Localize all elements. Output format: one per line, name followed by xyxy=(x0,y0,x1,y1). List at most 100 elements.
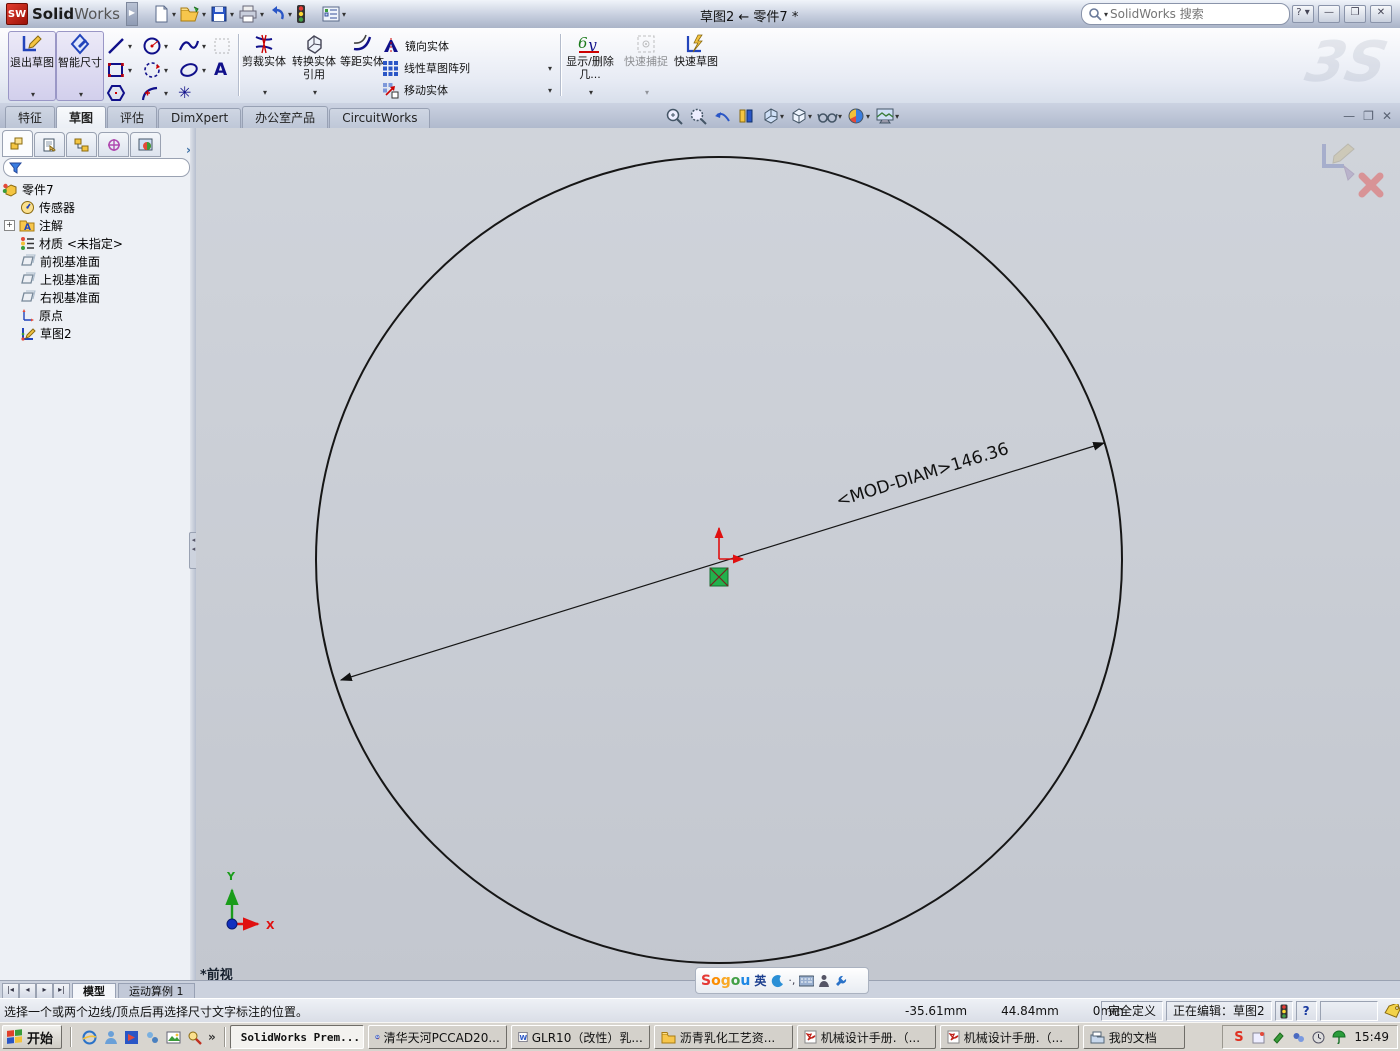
zoom-to-area-icon[interactable] xyxy=(689,107,708,125)
sketch-canvas[interactable]: <MOD-DIAM>146.36 Y X xyxy=(196,128,1400,980)
close-button[interactable]: ✕ xyxy=(1370,5,1392,23)
dropdown-arrow-icon[interactable]: ▾ xyxy=(230,10,234,19)
picture-manager-icon[interactable] xyxy=(166,1030,181,1045)
circle-tool-button[interactable]: ▾ xyxy=(142,36,168,56)
point-tool-button[interactable]: ✳ xyxy=(178,83,191,102)
fillet-tool-button[interactable]: ▾ xyxy=(140,83,168,103)
dropdown-arrow-icon[interactable]: ▾ xyxy=(313,88,317,97)
doc-restore-button[interactable]: ❐ xyxy=(1363,109,1374,123)
property-manager-tab[interactable] xyxy=(34,132,65,157)
dimension-text[interactable]: <MOD-DIAM>146.36 xyxy=(834,439,1011,512)
media-app-icon[interactable] xyxy=(124,1030,139,1045)
quick-launch-overflow-chevron[interactable]: » xyxy=(208,1030,216,1044)
tray-green-app-icon[interactable] xyxy=(1271,1030,1286,1045)
print-button[interactable]: ▾ xyxy=(236,3,266,25)
minimize-button[interactable]: — xyxy=(1318,5,1340,23)
trim-entities-button[interactable]: 剪裁实体 ▾ xyxy=(240,33,288,97)
feature-manager-tab[interactable] xyxy=(2,130,33,157)
sogou-logo[interactable]: Sogou xyxy=(701,973,750,989)
taskbar-item-word-doc[interactable]: W GLR10（改性）乳... xyxy=(510,1025,650,1049)
taskbar-item-pdf-1[interactable]: 机械设计手册.（... xyxy=(796,1025,936,1049)
offset-entities-button[interactable]: 等距实体 xyxy=(338,33,386,97)
hide-show-items-button[interactable]: ▾ xyxy=(817,107,842,125)
ie-browser-icon[interactable] xyxy=(82,1030,97,1045)
tab-scroll-first-button[interactable]: |◂ xyxy=(2,983,19,999)
dropdown-arrow-icon[interactable]: ▾ xyxy=(548,86,552,95)
tab-features[interactable]: 特征 xyxy=(5,106,56,129)
mirror-entities-button[interactable]: 镜向实体 xyxy=(382,36,449,56)
clock-time[interactable]: 15:49 xyxy=(1354,1030,1389,1044)
dropdown-arrow-icon[interactable]: ▾ xyxy=(79,90,83,99)
display-delete-relations-button[interactable]: 6y 显示/删除几... ▾ xyxy=(566,33,614,97)
rebuild-button[interactable] xyxy=(294,3,308,25)
search-input[interactable] xyxy=(1108,6,1263,22)
status-tag-icon[interactable] xyxy=(1384,1003,1400,1019)
save-button[interactable]: ▾ xyxy=(208,3,236,25)
tree-item-sketch2[interactable]: 草图2 xyxy=(2,324,188,342)
zoom-to-fit-icon[interactable] xyxy=(665,107,684,125)
convert-entities-button[interactable]: 转换实体引用 ▾ xyxy=(290,33,338,97)
dropdown-arrow-icon[interactable]: ▾ xyxy=(164,89,168,98)
rapid-sketch-button[interactable]: 快速草图 xyxy=(672,33,720,97)
spline-tool-button[interactable]: ▾ xyxy=(178,36,206,56)
search-tool-icon[interactable] xyxy=(187,1030,202,1045)
expand-plus-icon[interactable]: + xyxy=(4,219,15,231)
start-button[interactable]: 开始 xyxy=(2,1025,63,1049)
edit-appearance-button[interactable]: ▾ xyxy=(847,107,870,125)
doc-minimize-button[interactable]: — xyxy=(1343,109,1355,123)
section-view-icon[interactable] xyxy=(737,107,756,125)
tree-item-top-plane[interactable]: 上视基准面 xyxy=(2,270,188,288)
tray-notes-icon[interactable] xyxy=(1251,1030,1266,1045)
ellipse-tool-button[interactable]: ▾ xyxy=(178,60,206,80)
dimxpert-manager-tab[interactable] xyxy=(98,132,129,157)
sketch-text-tool-button[interactable]: A xyxy=(214,60,227,80)
taskbar-item-folder[interactable]: 沥青乳化工艺资... xyxy=(653,1025,793,1049)
model-tab[interactable]: 模型 xyxy=(72,983,116,999)
dropdown-arrow-icon[interactable]: ▾ xyxy=(342,10,346,19)
tree-item-origin[interactable]: 原点 xyxy=(2,306,188,324)
tree-item-material[interactable]: 材质 <未指定> xyxy=(2,234,188,252)
undo-button[interactable]: ▾ xyxy=(266,3,294,25)
tree-item-right-plane[interactable]: 右视基准面 xyxy=(2,288,188,306)
display-style-button[interactable]: ▾ xyxy=(789,107,812,125)
ime-keyboard-icon[interactable] xyxy=(799,975,815,987)
dropdown-arrow-icon[interactable]: ▾ xyxy=(548,64,552,73)
dropdown-arrow-icon[interactable]: ▾ xyxy=(202,42,206,51)
linear-sketch-pattern-button[interactable]: 线性草图阵列 ▾ xyxy=(382,58,552,78)
tab-scroll-next-button[interactable]: ▸ xyxy=(36,983,53,999)
taskbar-item-pdf-2[interactable]: 机械设计手册.（... xyxy=(939,1025,1079,1049)
new-document-button[interactable]: ▾ xyxy=(150,3,178,25)
dropdown-arrow-icon[interactable]: ▾ xyxy=(128,66,132,75)
network-places-icon[interactable] xyxy=(145,1030,160,1045)
search-box[interactable]: ▾ xyxy=(1081,3,1290,25)
selected-center-point[interactable] xyxy=(709,567,729,587)
menu-expand-arrow-icon[interactable]: ▶ xyxy=(125,2,138,26)
dropdown-arrow-icon[interactable]: ▾ xyxy=(31,90,35,99)
exit-sketch-button[interactable]: 退出草图 ▾ xyxy=(8,31,56,101)
tab-scroll-last-button[interactable]: ▸| xyxy=(53,983,70,999)
dropdown-arrow-icon[interactable]: ▾ xyxy=(164,66,168,75)
dropdown-arrow-icon[interactable]: ▾ xyxy=(172,10,176,19)
dropdown-arrow-icon[interactable]: ▾ xyxy=(164,42,168,51)
taskbar-item-solidworks[interactable]: SW SolidWorks Prem... xyxy=(229,1025,364,1049)
dropdown-arrow-icon[interactable]: ▾ xyxy=(260,10,264,19)
tray-umbrella-icon[interactable] xyxy=(1331,1030,1346,1045)
tree-item-front-plane[interactable]: 前视基准面 xyxy=(2,252,188,270)
polygon-tool-button[interactable] xyxy=(106,83,126,103)
taskbar-item-pccad[interactable]: 清华天河PCCAD20... xyxy=(367,1025,507,1049)
tree-root-part[interactable]: 零件7 xyxy=(2,180,188,198)
confirm-exit-sketch-icon[interactable] xyxy=(1322,143,1355,181)
graphics-viewport[interactable]: <MOD-DIAM>146.36 Y X *前视 xyxy=(196,128,1400,983)
diameter-dimension-line[interactable] xyxy=(339,441,1106,682)
apply-scene-button[interactable]: ▾ xyxy=(875,107,899,125)
arc-tool-button[interactable]: ▾ xyxy=(142,60,168,80)
ime-settings-wrench-icon[interactable] xyxy=(834,974,848,988)
tab-office-products[interactable]: 办公室产品 xyxy=(242,106,329,129)
dropdown-arrow-icon[interactable]: ▾ xyxy=(202,10,206,19)
view-orientation-button[interactable]: ▾ xyxy=(761,107,784,125)
tab-evaluate[interactable]: 评估 xyxy=(107,106,158,129)
tray-clock-icon[interactable] xyxy=(1311,1030,1326,1045)
options-button[interactable]: ▾ xyxy=(320,3,348,25)
line-tool-button[interactable]: ▾ xyxy=(106,36,132,56)
ime-punctuation-toggle[interactable]: ·, xyxy=(788,974,795,987)
